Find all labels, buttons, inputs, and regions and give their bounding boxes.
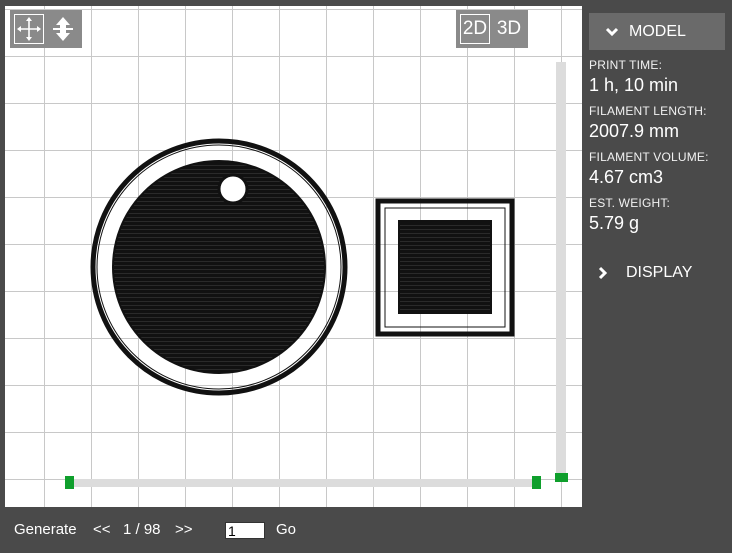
filament-volume-value: 4.67 cm3 bbox=[589, 167, 664, 187]
display-section-header[interactable]: DISPLAY bbox=[582, 254, 732, 291]
print-time-label: PRINT TIME: bbox=[589, 58, 663, 72]
filament-length-label: FILAMENT LENGTH: bbox=[589, 104, 707, 118]
filament-volume-label: FILAMENT VOLUME: bbox=[589, 150, 709, 164]
go-button[interactable]: Go bbox=[276, 521, 296, 538]
est-weight-value: 5.79 g bbox=[589, 213, 640, 233]
model-section-header[interactable]: MODEL bbox=[589, 13, 725, 50]
print-time-stat: PRINT TIME: 1 h, 10 min bbox=[582, 58, 732, 96]
model-section-title: MODEL bbox=[629, 22, 686, 40]
bottom-toolbar: Generate << 1 / 98 >> Go bbox=[0, 507, 732, 553]
layer-slider-vertical[interactable] bbox=[556, 62, 566, 477]
move-slider-horizontal[interactable] bbox=[71, 479, 537, 487]
est-weight-stat: EST. WEIGHT: 5.79 g bbox=[582, 196, 732, 234]
round-tag-model bbox=[90, 138, 348, 396]
layer-slider-handle[interactable] bbox=[555, 473, 568, 482]
print-preview-canvas[interactable]: 2D 3D bbox=[5, 6, 582, 507]
chevron-right-icon bbox=[598, 266, 608, 279]
filament-volume-stat: FILAMENT VOLUME: 4.67 cm3 bbox=[582, 150, 732, 188]
move-slider-start-handle[interactable] bbox=[65, 476, 74, 489]
print-time-value: 1 h, 10 min bbox=[589, 75, 679, 95]
display-section-title: DISPLAY bbox=[626, 263, 693, 281]
filament-length-value: 2007.9 mm bbox=[589, 121, 680, 141]
next-layer-button[interactable]: >> bbox=[175, 521, 193, 538]
layer-number-input[interactable] bbox=[225, 522, 265, 539]
sidebar: MODEL PRINT TIME: 1 h, 10 min FILAMENT L… bbox=[582, 6, 732, 507]
layer-preview bbox=[90, 138, 515, 396]
generate-button[interactable]: Generate bbox=[14, 521, 77, 538]
layer-counter: 1 / 98 bbox=[123, 521, 161, 538]
chevron-down-icon bbox=[605, 27, 619, 36]
est-weight-label: EST. WEIGHT: bbox=[589, 196, 671, 210]
filament-length-stat: FILAMENT LENGTH: 2007.9 mm bbox=[582, 104, 732, 142]
move-slider-end-handle[interactable] bbox=[532, 476, 541, 489]
prev-layer-button[interactable]: << bbox=[93, 521, 111, 538]
square-model bbox=[375, 198, 515, 337]
